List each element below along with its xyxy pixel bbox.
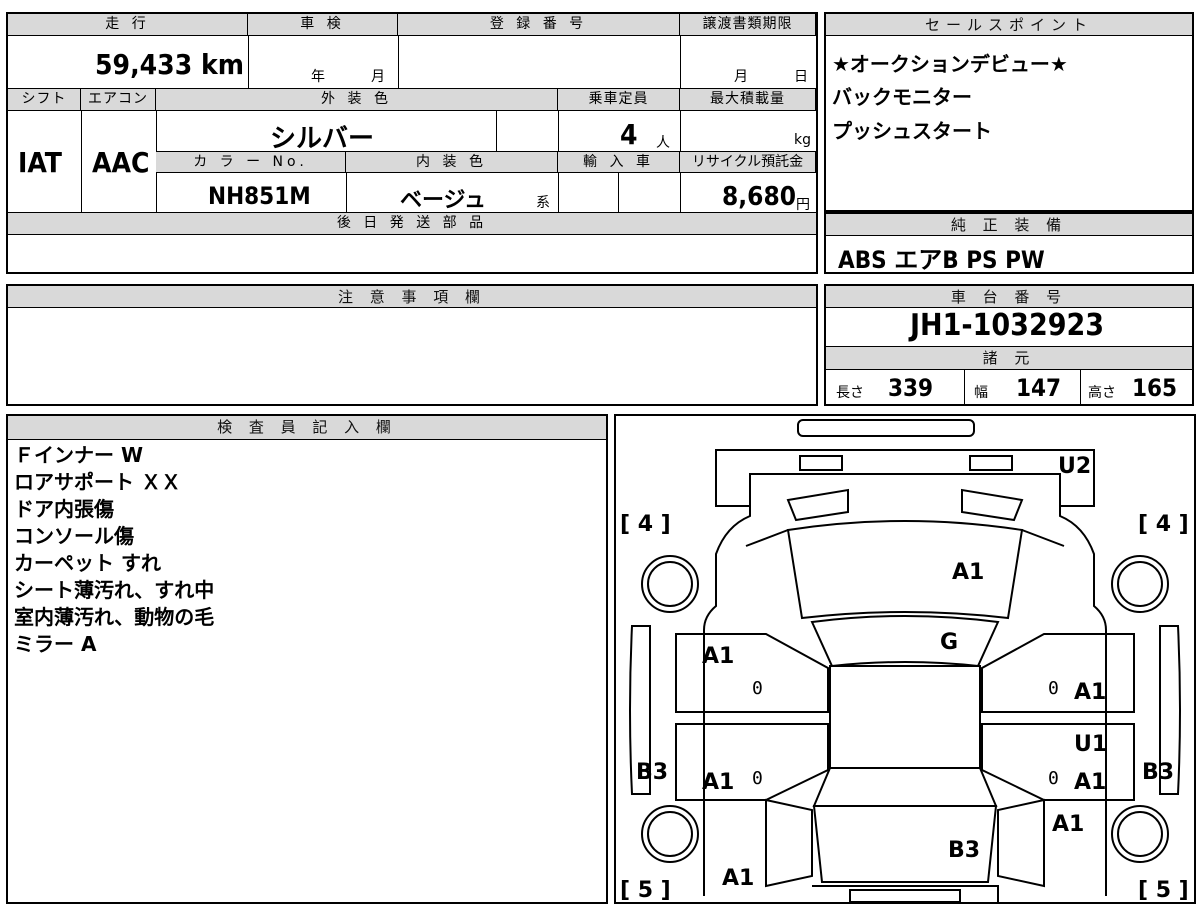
- damage-mark-right-rear-fender: A1: [1052, 812, 1085, 837]
- ac-value: AAC: [92, 146, 150, 179]
- inspector-note: ミラー A: [14, 632, 97, 656]
- max-load-unit: kg: [794, 132, 811, 148]
- capacity-unit: 人: [656, 135, 670, 151]
- damage-mark-u2: U2: [1058, 454, 1092, 479]
- transfer-header: 譲渡書類期限: [680, 14, 816, 36]
- ac-header: エアコン: [81, 89, 156, 111]
- shift-header: シフト: [8, 89, 81, 111]
- mileage-value: 59,433 km: [95, 48, 244, 81]
- damage-mark-left-rear: A1: [722, 866, 755, 891]
- tire-rear-right-label: [ 5 ]: [1138, 878, 1189, 903]
- inspector-note: ドア内張傷: [14, 497, 114, 521]
- sales-points-header: セールスポイント: [826, 14, 1192, 36]
- damage-mark-rear-left-door: A1: [702, 770, 735, 795]
- chassis-header: 車 台 番 号: [826, 286, 1192, 308]
- damage-mark-right-sill: B3: [1142, 760, 1175, 785]
- equipment-header: 純 正 装 備: [826, 214, 1192, 236]
- damage-mark-rear-right-door: A1: [1074, 770, 1107, 795]
- height-value: 165: [1132, 374, 1178, 402]
- caution-header: 注 意 事 項 欄: [8, 286, 816, 308]
- width-label: 幅: [974, 385, 988, 401]
- recycle-header: リサイクル預託金: [680, 151, 816, 173]
- damage-mark-front-right-door: A1: [1074, 680, 1107, 705]
- tire-rear-left-label: [ 5 ]: [620, 878, 671, 903]
- color-no-value: NH851M: [208, 182, 311, 210]
- inspector-note: カーペット すれ: [14, 551, 161, 575]
- shift-value: IAT: [18, 146, 62, 179]
- length-label: 長さ: [836, 385, 864, 401]
- interior-suffix: 系: [536, 195, 550, 211]
- inspector-note: コンソール傷: [14, 524, 134, 548]
- capacity-header: 乗車定員: [558, 89, 680, 111]
- damage-mark-zero: 0: [1048, 678, 1059, 699]
- color-no-header: カ ラ ー No.: [156, 151, 346, 173]
- interior-color-value: ベージュ: [400, 188, 487, 213]
- inspection-header: 車 検: [248, 14, 398, 36]
- tire-front-left-label: [ 4 ]: [620, 512, 671, 537]
- length-value: 339: [888, 374, 934, 402]
- inspection-year-unit: 年: [311, 69, 325, 85]
- sales-point-1: ★オークションデビュー★: [832, 52, 1068, 76]
- damage-mark-windshield: G: [940, 630, 959, 655]
- transfer-month-unit: 月: [734, 69, 748, 85]
- damage-diagram-panel: [ 4 ] [ 4 ] [ 5 ] [ 5 ] U2 A1 G A1 0 0 A…: [614, 414, 1196, 904]
- recycle-unit: 円: [796, 197, 810, 213]
- recycle-fee-value: 8,680: [722, 182, 796, 212]
- damage-mark-right-u1: U1: [1074, 732, 1108, 757]
- registration-header: 登 録 番 号: [398, 14, 680, 36]
- damage-mark-left-sill: B3: [636, 760, 669, 785]
- inspector-note: ロアサポート ＸＸ: [14, 470, 181, 494]
- inspector-panel: 検 査 員 記 入 欄 Ｆインナー W ロアサポート ＸＸ ドア内張傷 コンソー…: [6, 414, 608, 904]
- damage-mark-zero: 0: [752, 768, 763, 789]
- damage-mark-zero: 0: [752, 678, 763, 699]
- equipment-value: ABS エアB PS PW: [838, 246, 1045, 274]
- exterior-header: 外 装 色: [156, 89, 558, 111]
- damage-mark-front-left-door: A1: [702, 644, 735, 669]
- damage-mark-zero: 0: [1048, 768, 1059, 789]
- vehicle-spec-table: 走 行 車 検 登 録 番 号 譲渡書類期限 59,433 km 年 月 月 日…: [6, 12, 818, 274]
- interior-header: 内 装 色: [346, 151, 558, 173]
- max-load-header: 最大積載量: [680, 89, 816, 111]
- tire-front-right-label: [ 4 ]: [1138, 512, 1189, 537]
- sales-point-2: バックモニター: [832, 85, 972, 109]
- inspection-month-unit: 月: [371, 69, 385, 85]
- caution-panel: 注 意 事 項 欄: [6, 284, 818, 406]
- transfer-day-unit: 日: [794, 69, 808, 85]
- specs-header: 諸 元: [826, 346, 1192, 370]
- height-label: 高さ: [1088, 385, 1116, 401]
- inspector-note: 室内薄汚れ、動物の毛: [14, 605, 215, 629]
- chassis-number: JH1-1032923: [910, 308, 1105, 343]
- inspector-note: シート薄汚れ、すれ中: [14, 578, 215, 602]
- chassis-panel: 車 台 番 号 JH1-1032923 諸 元 長さ 339 幅 147 高さ …: [824, 284, 1194, 406]
- inspector-notes-list: Ｆインナー W ロアサポート ＸＸ ドア内張傷 コンソール傷 カーペット すれ …: [8, 442, 214, 658]
- capacity-value: 4: [620, 118, 638, 151]
- mileage-header: 走 行: [8, 14, 248, 36]
- inspector-note: Ｆインナー W: [14, 443, 144, 467]
- equipment-panel: 純 正 装 備 ABS エアB PS PW: [824, 212, 1194, 274]
- damage-mark-roof-rear: B3: [948, 838, 981, 863]
- import-header: 輸 入 車: [558, 151, 680, 173]
- later-parts-header: 後 日 発 送 部 品: [8, 213, 816, 235]
- damage-mark-hood: A1: [952, 560, 985, 585]
- sales-point-3: プッシュスタート: [832, 119, 992, 143]
- width-value: 147: [1016, 374, 1062, 402]
- exterior-color-value: シルバー: [270, 124, 375, 154]
- sales-points-panel: セールスポイント ★オークションデビュー★ バックモニター プッシュスタート: [824, 12, 1194, 212]
- inspector-header: 検 査 員 記 入 欄: [8, 416, 606, 440]
